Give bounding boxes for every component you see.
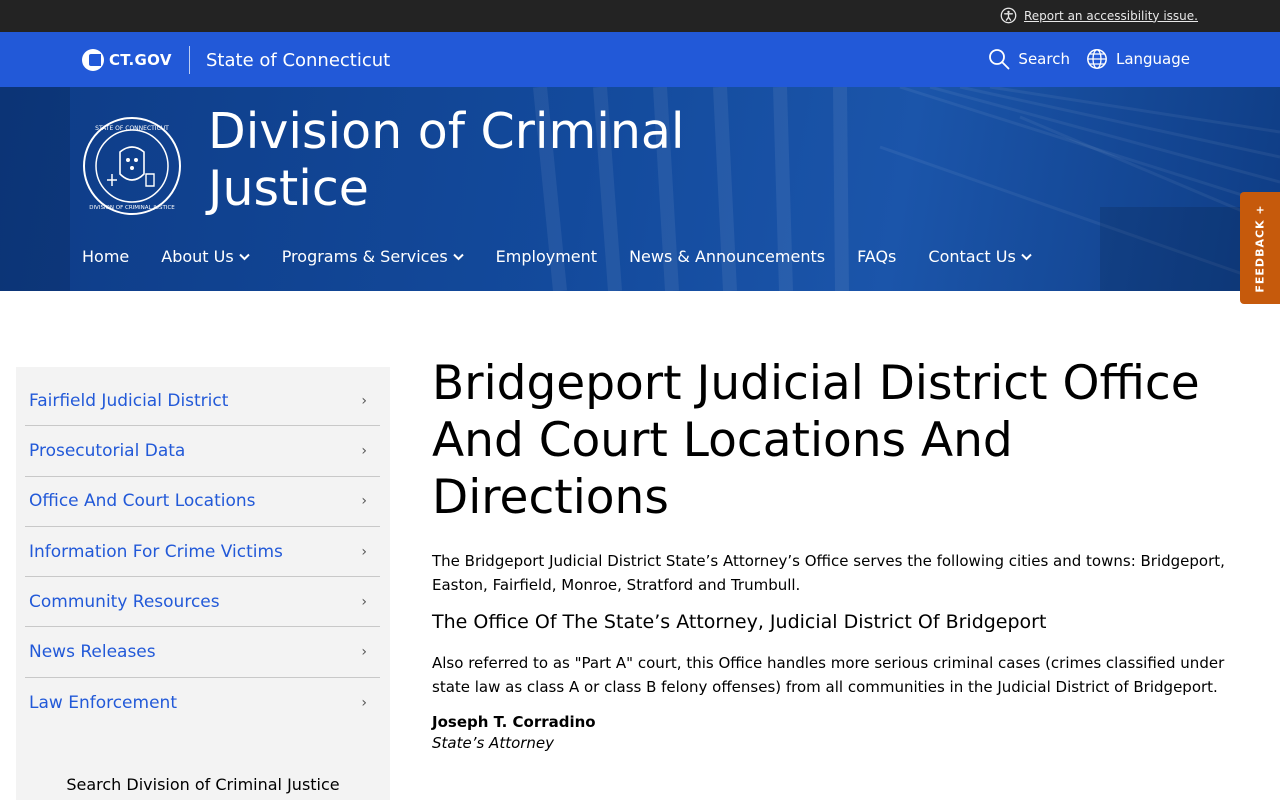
chevron-right-icon: › [361, 392, 367, 409]
nav-news-announcements[interactable]: News & Announcements [629, 247, 825, 266]
state-name-link[interactable]: State of Connecticut [206, 50, 390, 71]
nav-employment[interactable]: Employment [496, 247, 597, 266]
body-paragraph: Also referred to as "Part A" court, this… [432, 654, 1225, 696]
utility-bar: Report an accessibility issue. [0, 0, 1280, 32]
search-icon [989, 49, 1010, 70]
chevron-right-icon: › [361, 593, 367, 610]
sidebar-item-office-court-locations[interactable]: Office And Court Locations › [25, 477, 380, 527]
nav-home-label: Home [82, 247, 130, 266]
accessibility-icon [1000, 7, 1017, 24]
official-name: Joseph T. Corradino [432, 713, 596, 731]
nav-home[interactable]: Home [82, 247, 129, 266]
chevron-down-icon [1021, 253, 1032, 260]
accessibility-report-link[interactable]: Report an accessibility issue. [1000, 7, 1198, 24]
chevron-right-icon: › [361, 543, 367, 560]
sidebar-item-label: Community Resources [29, 591, 220, 612]
chevron-down-icon [452, 253, 464, 260]
nav-programs-label: Programs & Services [281, 247, 448, 266]
svg-text:DIVISION OF CRIMINAL JUSTICE: DIVISION OF CRIMINAL JUSTICE [89, 205, 175, 211]
division-seal-logo: STATE OF CONNECTICUT DIVISION OF CRIMINA… [83, 117, 181, 215]
nav-employment-label: Employment [495, 247, 598, 266]
sidebar-item-label: Information For Crime Victims [29, 541, 283, 562]
chevron-right-icon: › [361, 694, 367, 711]
sidebar-item-label: Law Enforcement [29, 692, 177, 713]
search-button[interactable]: Search [988, 48, 1070, 70]
nav-faqs[interactable]: FAQs [857, 247, 896, 266]
language-label: Language [1115, 50, 1190, 68]
sidebar-item-crime-victims[interactable]: Information For Crime Victims › [25, 527, 380, 578]
ctgov-logo-icon [82, 49, 104, 71]
chevron-right-icon: › [361, 493, 367, 510]
site-title-line1: Division of Criminal [208, 103, 685, 160]
globe-icon [1087, 49, 1107, 69]
nav-news-label: News & Announcements [629, 247, 826, 266]
section-heading: The Office Of The State’s Attorney, Judi… [432, 611, 1047, 633]
sidebar-menu: Fairfield Judicial District › Prosecutor… [25, 376, 380, 728]
ctgov-logo[interactable]: CT.GOV [82, 49, 172, 71]
feedback-label: FEEDBACK + [1253, 203, 1267, 293]
search-label: Search [1018, 50, 1070, 68]
sidebar-item-label: Fairfield Judicial District [29, 390, 229, 411]
nav-contact-us[interactable]: Contact Us [928, 247, 1032, 266]
accessibility-link-text: Report an accessibility issue. [1023, 8, 1198, 23]
chevron-right-icon: › [361, 644, 367, 661]
feedback-tab[interactable]: FEEDBACK + [1240, 192, 1280, 304]
intro-paragraph: The Bridgeport Judicial District State’s… [432, 552, 1225, 594]
nav-contact-label: Contact Us [928, 247, 1016, 266]
site-title[interactable]: Division of Criminal Justice [208, 103, 685, 217]
sidebar-item-label: Office And Court Locations [29, 491, 256, 512]
nav-about-us-label: About Us [161, 247, 234, 266]
svg-text:STATE OF CONNECTICUT: STATE OF CONNECTICUT [95, 125, 169, 132]
sidebar-item-label: News Releases [29, 642, 156, 663]
language-button[interactable]: Language [1086, 48, 1190, 70]
sidebar-item-label: Prosecutorial Data [29, 440, 186, 461]
sidebar-item-community-resources[interactable]: Community Resources › [25, 577, 380, 628]
nav-programs-services[interactable]: Programs & Services [282, 247, 464, 266]
main-content: Bridgeport Judicial District Office And … [432, 355, 1232, 755]
hero-banner: STATE OF CONNECTICUT DIVISION OF CRIMINA… [0, 87, 1280, 291]
sidebar-item-fairfield-judicial-district[interactable]: Fairfield Judicial District › [25, 376, 380, 427]
ctgov-logo-text: CT.GOV [109, 51, 172, 69]
ctgov-bar: CT.GOV State of Connecticut Search Langu… [0, 32, 1280, 87]
chevron-down-icon [238, 253, 250, 260]
main-navigation: Home About Us Programs & Services Employ… [82, 247, 1064, 266]
sidebar: Fairfield Judicial District › Prosecutor… [16, 367, 390, 800]
sidebar-item-prosecutorial-data[interactable]: Prosecutorial Data › [25, 426, 380, 477]
nav-about-us[interactable]: About Us [161, 247, 250, 266]
site-title-line2: Justice [208, 160, 369, 217]
sidebar-item-law-enforcement[interactable]: Law Enforcement › [25, 678, 380, 728]
nav-faqs-label: FAQs [857, 247, 897, 266]
gov-bar-tools: Search Language [988, 48, 1190, 70]
gov-bar-divider [189, 46, 190, 74]
official-title: State’s Attorney [432, 734, 555, 752]
sidebar-item-news-releases[interactable]: News Releases › [25, 627, 380, 678]
sidebar-search-heading: Search Division of Criminal Justice [66, 775, 340, 794]
page-title: Bridgeport Judicial District Office And … [432, 356, 1200, 525]
chevron-right-icon: › [361, 442, 367, 459]
